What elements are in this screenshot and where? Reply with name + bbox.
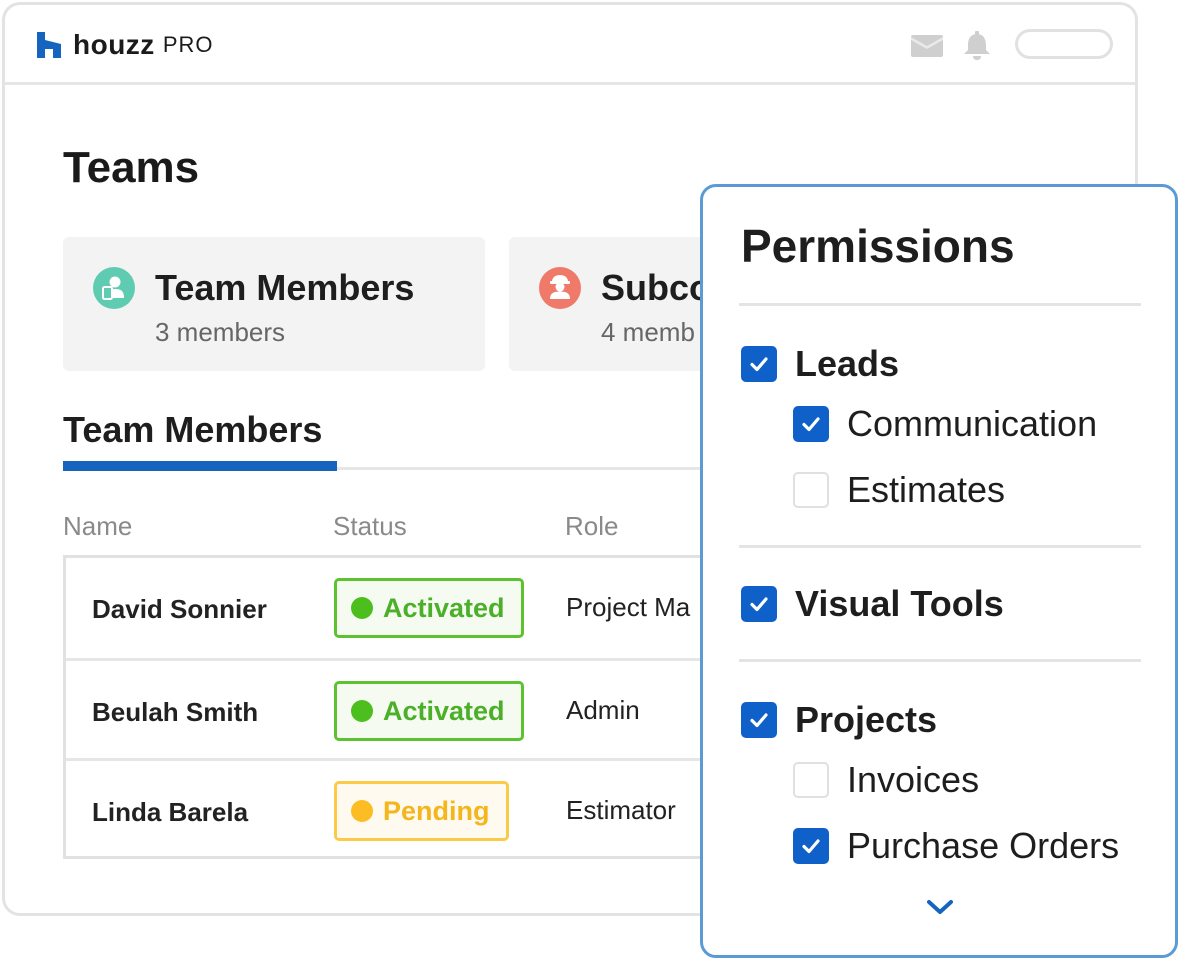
- divider: [739, 545, 1141, 548]
- bell-icon[interactable]: [961, 29, 993, 61]
- houzz-logo-icon: [37, 32, 61, 58]
- status-badge: Pending: [334, 781, 509, 841]
- checkmark-icon: [750, 357, 768, 372]
- checkbox-checked[interactable]: [793, 828, 829, 864]
- permission-visual-tools[interactable]: Visual Tools: [741, 583, 1004, 625]
- status-dot: [351, 800, 373, 822]
- permission-purchase-orders[interactable]: Purchase Orders: [793, 825, 1119, 867]
- logo-pro-suffix: PRO: [162, 32, 214, 57]
- active-tab-indicator: [63, 461, 337, 471]
- team-members-table: David Sonnier Activated Project Ma Beula…: [63, 555, 763, 859]
- permission-estimates[interactable]: Estimates: [793, 469, 1005, 511]
- checkbox-unchecked[interactable]: [793, 472, 829, 508]
- search-input[interactable]: [1015, 29, 1113, 59]
- team-member-icon: [93, 267, 135, 309]
- card-title: Team Members: [155, 267, 415, 308]
- permission-invoices[interactable]: Invoices: [793, 759, 979, 801]
- checkbox-checked[interactable]: [741, 586, 777, 622]
- permission-label: Leads: [795, 343, 900, 384]
- team-members-card[interactable]: Team Members 3 members: [63, 237, 485, 371]
- permission-label: Visual Tools: [795, 583, 1004, 624]
- status-dot: [351, 597, 373, 619]
- column-header-status[interactable]: Status: [333, 511, 407, 542]
- checkbox-unchecked[interactable]: [793, 762, 829, 798]
- divider: [739, 303, 1141, 306]
- houzz-pro-logo[interactable]: houzz PRO: [35, 29, 214, 61]
- checkmark-icon: [750, 597, 768, 612]
- card-subtitle: 4 memb: [601, 317, 695, 347]
- top-bar: houzz PRO: [5, 5, 1135, 85]
- tab-team-members[interactable]: Team Members: [63, 409, 322, 451]
- status-badge: Activated: [334, 681, 524, 741]
- permissions-title: Permissions: [741, 220, 1015, 272]
- permission-communication[interactable]: Communication: [793, 403, 1097, 445]
- table-row[interactable]: David Sonnier Activated Project Ma: [66, 558, 763, 658]
- member-name: Linda Barela: [92, 797, 249, 827]
- card-title: Subco: [601, 267, 712, 308]
- column-header-role[interactable]: Role: [565, 511, 618, 542]
- checkmark-icon: [802, 417, 820, 432]
- table-row[interactable]: Beulah Smith Activated Admin: [66, 658, 763, 758]
- permission-leads[interactable]: Leads: [741, 343, 899, 385]
- permission-label: Estimates: [847, 469, 1006, 510]
- permission-label: Invoices: [847, 759, 980, 800]
- permissions-panel: Permissions Leads Communication Estimate…: [700, 184, 1178, 958]
- status-label: Activated: [383, 695, 505, 726]
- checkmark-icon: [802, 839, 820, 854]
- status-label: Pending: [383, 795, 490, 826]
- member-role: Project Ma: [566, 592, 691, 622]
- status-label: Activated: [383, 592, 505, 623]
- status-badge: Activated: [334, 578, 524, 638]
- mail-icon[interactable]: [911, 35, 943, 57]
- member-name: David Sonnier: [92, 594, 267, 624]
- member-name: Beulah Smith: [92, 697, 259, 727]
- checkbox-checked[interactable]: [741, 702, 777, 738]
- status-dot: [351, 700, 373, 722]
- logo-wordmark: houzz: [73, 29, 155, 60]
- subcontractor-icon: [539, 267, 581, 309]
- chevron-down-icon[interactable]: [925, 897, 955, 917]
- table-row[interactable]: Linda Barela Pending Estimator: [66, 758, 763, 858]
- card-subtitle: 3 members: [155, 317, 286, 347]
- column-header-name[interactable]: Name: [63, 511, 132, 542]
- permission-projects[interactable]: Projects: [741, 699, 937, 741]
- checkmark-icon: [750, 713, 768, 728]
- checkbox-checked[interactable]: [741, 346, 777, 382]
- checkbox-checked[interactable]: [793, 406, 829, 442]
- member-role: Admin: [566, 695, 640, 725]
- permission-label: Purchase Orders: [847, 825, 1120, 866]
- member-role: Estimator: [566, 795, 676, 825]
- page-title: Teams: [63, 143, 200, 192]
- permission-label: Communication: [847, 403, 1098, 444]
- permission-label: Projects: [795, 699, 938, 740]
- divider: [739, 659, 1141, 662]
